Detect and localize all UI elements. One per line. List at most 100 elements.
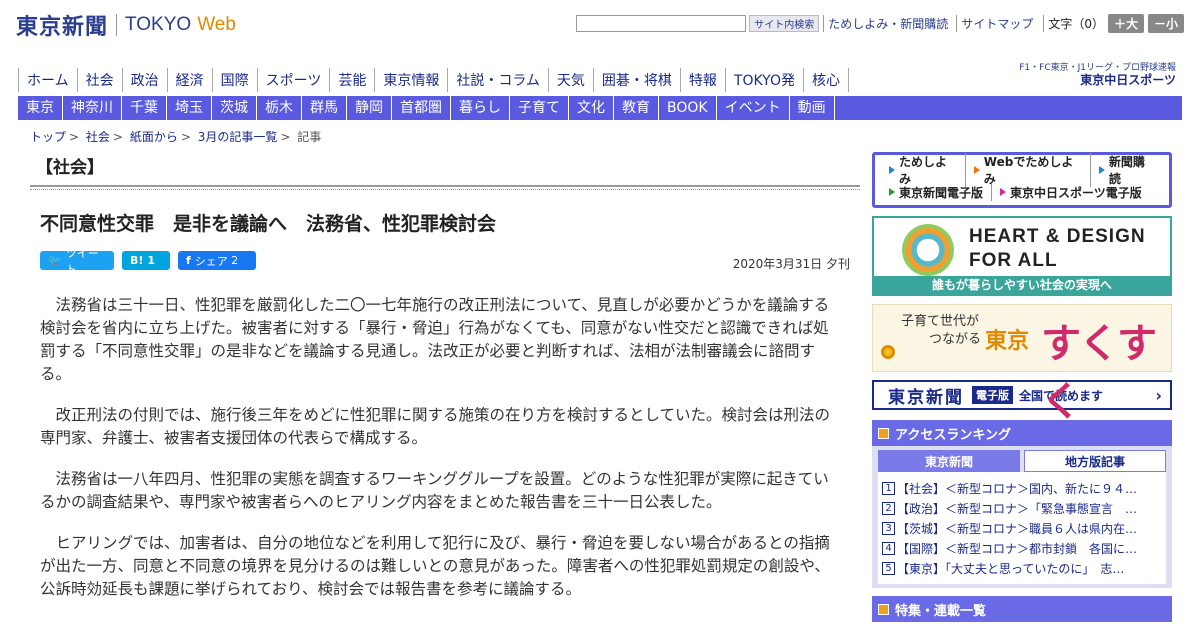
heart-design-banner[interactable]: HEART & DESIGN FOR ALL 誰もが暮らしやすい社会の実現へ: [872, 216, 1172, 296]
rank-number: 3: [882, 521, 895, 535]
breadcrumb-society[interactable]: 社会: [86, 130, 110, 144]
nav-entertainment[interactable]: 芸能: [330, 68, 376, 92]
nav-weather[interactable]: 天気: [549, 68, 594, 92]
region-chiba[interactable]: 千葉: [122, 96, 167, 120]
heart-design-caption: 誰もが暮らしやすい社会の実現へ: [874, 276, 1170, 294]
chunichi-title: 東京中日スポーツ: [1080, 73, 1176, 87]
tweet-label: ツイート: [65, 246, 99, 276]
chunichi-sports-link[interactable]: F1・FC東京・J1リーグ・プロ野球速報 東京中日スポーツ: [1019, 62, 1176, 86]
breadcrumb-top[interactable]: トップ: [30, 130, 66, 144]
site-search-input[interactable]: [576, 15, 747, 32]
web-trial-link[interactable]: Webでためしよみ: [966, 153, 1091, 187]
nav-economy[interactable]: 経済: [168, 68, 213, 92]
square-bullet-icon: [878, 427, 889, 439]
ranking-item-title: 【社会】＜新型コロナ＞国内、新たに９４…: [897, 481, 1138, 496]
ranking-list: 1 【社会】＜新型コロナ＞国内、新たに９４… 2 【政治】＜新型コロナ＞「緊急事態宣…: [878, 472, 1166, 584]
features-header: 特集・連載一覧: [872, 596, 1172, 622]
sukusuku-banner[interactable]: 子育て世代が つながる 東京 すくすく: [872, 304, 1172, 425]
tweet-button[interactable]: 🐦 ツイート: [40, 247, 114, 276]
nav-kakushin[interactable]: 核心: [804, 68, 849, 92]
ranking-item[interactable]: 2 【政治】＜新型コロナ＞「緊急事態宣言 …: [882, 498, 1162, 518]
ranking-item[interactable]: 1 【社会】＜新型コロナ＞国内、新たに９４…: [882, 478, 1162, 498]
nav-video[interactable]: 動画: [790, 96, 835, 120]
hatena-count: 1: [147, 254, 156, 267]
breadcrumb-separator: >: [280, 130, 291, 144]
nav-tokyo-info[interactable]: 東京情報: [375, 68, 449, 92]
hatena-bookmark-button[interactable]: B! 1: [122, 251, 170, 270]
flower-icon: [881, 345, 895, 359]
nav-culture[interactable]: 文化: [569, 96, 614, 120]
digital-edition-link[interactable]: 東京新聞電子版: [881, 183, 993, 201]
web-trial-label: Webでためしよみ: [983, 155, 1074, 186]
sitemap-link[interactable]: サイトマップ: [956, 15, 1037, 32]
article-date: 2020年3月31日 夕刊: [732, 257, 850, 271]
facebook-icon: f: [186, 254, 191, 267]
nav-editorial-column[interactable]: 社説・コラム: [448, 68, 549, 92]
nav-parenting[interactable]: 子育て: [510, 96, 569, 120]
nav-education[interactable]: 教育: [614, 96, 659, 120]
ranking-item-title: 【国際】＜新型コロナ＞都市封鎖 各国に…: [897, 541, 1138, 556]
breadcrumb: トップ > 社会 > 紙面から > 3月の記事一覧 > 記事: [30, 128, 321, 145]
main-nav: ホーム 社会 政治 経済 国際 スポーツ 芸能 東京情報 社説・コラム 天気 囲…: [18, 68, 849, 92]
nav-book[interactable]: BOOK: [659, 96, 717, 120]
region-tochigi[interactable]: 栃木: [257, 96, 302, 120]
nav-tokuho[interactable]: 特報: [681, 68, 726, 92]
breadcrumb-print[interactable]: 紙面から: [130, 130, 178, 144]
region-kanagawa[interactable]: 神奈川: [63, 96, 122, 120]
nav-tokyo-hatsu[interactable]: TOKYO発: [726, 68, 804, 92]
article-paragraph: 法務省は三十一日、性犯罪を厳罰化した二〇一七年施行の改正刑法について、見直しが必…: [40, 296, 830, 383]
font-size-down-button[interactable]: －小: [1147, 14, 1184, 33]
nav-politics[interactable]: 政治: [123, 68, 168, 92]
trial-read-link[interactable]: ためしよみ: [881, 153, 966, 187]
nav-international[interactable]: 国際: [213, 68, 258, 92]
article-headline: 不同意性交罪 是非を議論へ 法務省、性犯罪検討会: [40, 213, 497, 235]
triangle-bullet-icon: [889, 166, 895, 174]
site-search-button[interactable]: サイト内検索: [749, 15, 820, 32]
facebook-share-button[interactable]: f シェア 2: [178, 251, 256, 270]
triangle-bullet-icon: [1098, 166, 1105, 174]
sukusuku-title: すくすく: [1041, 321, 1157, 425]
trial-read-label: ためしよみ: [899, 155, 948, 186]
font-size-up-button[interactable]: ＋大: [1107, 14, 1144, 33]
subscription-promo-box: ためしよみ Webでためしよみ 新聞購読 東京新聞電子版 東京中日スポーツ電子版: [872, 152, 1172, 208]
nav-society[interactable]: 社会: [78, 68, 123, 92]
region-gunma[interactable]: 群馬: [302, 96, 347, 120]
heart-design-title: HEART & DESIGN: [969, 226, 1146, 247]
region-shizuoka[interactable]: 静岡: [347, 96, 392, 120]
font-size-label: 文字（0）: [1043, 15, 1104, 32]
sukusuku-tagline: 子育て世代が つながる: [901, 313, 981, 349]
rank-number: 4: [882, 541, 895, 555]
triangle-bullet-icon: [1000, 188, 1007, 196]
nav-living[interactable]: 暮らし: [451, 96, 510, 120]
article-paragraph: 改正刑法の付則では、施行後三年をめどに性犯罪に関する施策の在り方を検討するとして…: [40, 406, 831, 447]
ranking-item[interactable]: 3 【茨城】＜新型コロナ＞職員６人は県内在…: [882, 518, 1162, 538]
region-saitama[interactable]: 埼玉: [167, 96, 212, 120]
region-ibaraki[interactable]: 茨城: [212, 96, 257, 120]
nav-sports[interactable]: スポーツ: [258, 68, 331, 92]
region-tokyo[interactable]: 東京: [18, 96, 63, 120]
logo-english: TOKYO: [125, 14, 192, 35]
triangle-bullet-icon: [889, 188, 895, 196]
subscribe-link[interactable]: 新聞購読: [1091, 153, 1163, 187]
breadcrumb-separator: >: [180, 130, 191, 144]
share-buttons: 🐦 ツイート B! 1 f シェア 2: [40, 247, 264, 276]
ranking-item[interactable]: 5 【東京】「大丈夫と思っていたのに」 志…: [882, 558, 1162, 578]
rank-number: 2: [882, 501, 895, 515]
region-shutoken[interactable]: 首都圏: [392, 96, 451, 120]
ranking-item[interactable]: 4 【国際】＜新型コロナ＞都市封鎖 各国に…: [882, 538, 1162, 558]
breadcrumb-separator: >: [112, 130, 123, 144]
nav-home[interactable]: ホーム: [18, 68, 78, 92]
nav-go-shogi[interactable]: 囲碁・将棋: [594, 68, 681, 92]
breadcrumb-current: 記事: [297, 130, 322, 144]
breadcrumb-month-list[interactable]: 3月の記事一覧: [198, 130, 278, 144]
trial-subscribe-link[interactable]: ためしよみ・新聞購読: [823, 15, 952, 32]
ranking-title: アクセスランキング: [895, 427, 1011, 443]
sukusuku-tagline-1: 子育て世代が: [901, 314, 980, 329]
denshi-tag: 電子版: [972, 386, 1013, 404]
tab-local-edition[interactable]: 地方版記事: [1024, 450, 1166, 472]
site-logo[interactable]: 東京新聞 TOKYO Web: [16, 10, 236, 40]
chunichi-digital-link[interactable]: 東京中日スポーツ電子版: [992, 184, 1150, 201]
tab-tokyo-shimbun[interactable]: 東京新聞: [878, 450, 1020, 472]
nav-event[interactable]: イベント: [717, 96, 790, 120]
rank-number: 5: [882, 561, 895, 575]
